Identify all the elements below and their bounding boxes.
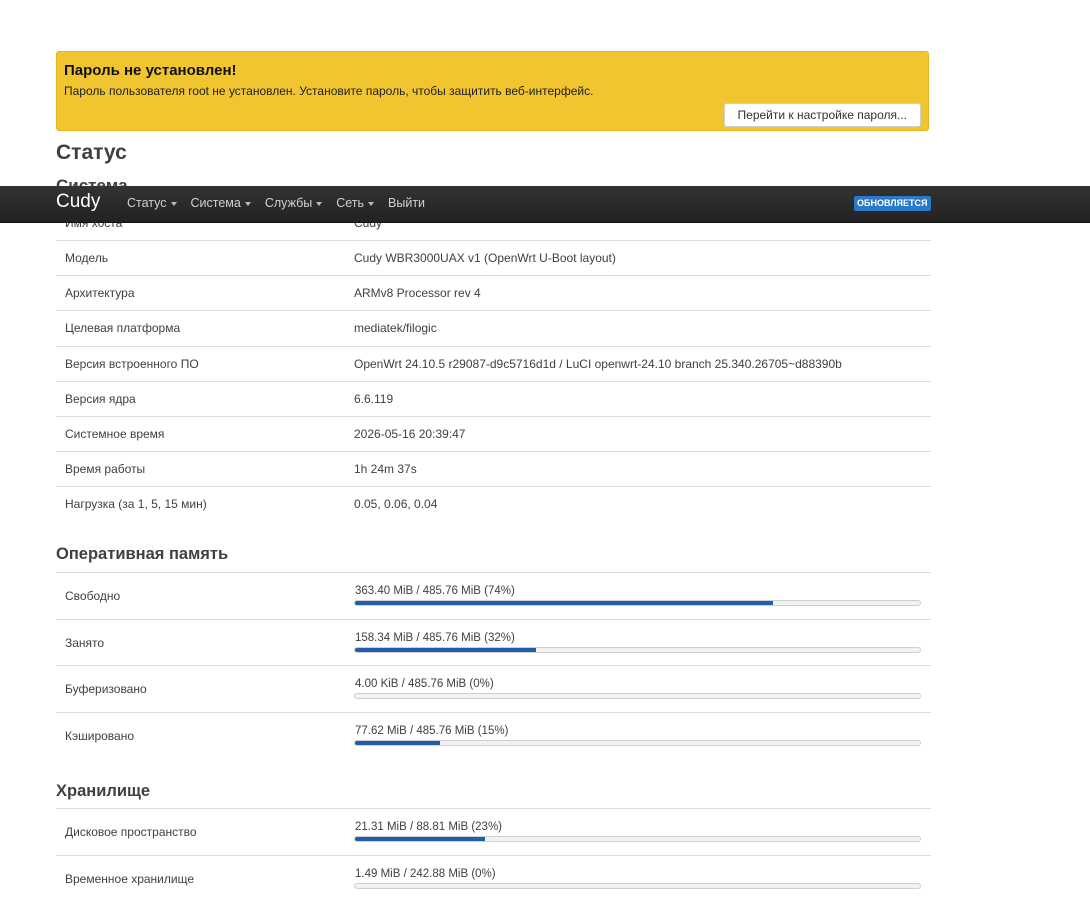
table-row: Нагрузка (за 1, 5, 15 мин) 0.05, 0.06, 0…: [56, 486, 931, 521]
row-label: Нагрузка (за 1, 5, 15 мин): [65, 497, 207, 512]
progress-fill: [355, 740, 440, 745]
row-value: Cudy WBR3000UAX v1 (OpenWrt U-Boot layou…: [354, 251, 616, 265]
table-row: Дисковое пространство 21.31 MiB / 88.81 …: [56, 808, 931, 855]
progress-bar: [354, 646, 921, 653]
table-row: Системное время 2026-05-16 20:39:47: [56, 415, 931, 451]
menu-network[interactable]: Сеть: [329, 186, 381, 222]
table-row: Модель Cudy WBR3000UAX v1 (OpenWrt U-Boo…: [56, 240, 931, 275]
caret-down-icon: [316, 201, 323, 206]
caret-down-icon: [170, 201, 177, 206]
row-label: Архитектура: [65, 286, 135, 301]
table-row: Архитектура ARMv8 Processor rev 4: [56, 275, 931, 310]
refresh-status-badge[interactable]: ОБНОВЛЯЕТСЯ: [854, 196, 931, 211]
row-label: Кэшировано: [65, 728, 135, 743]
progress-text: 21.31 MiB / 88.81 MiB (23%): [355, 821, 503, 833]
memory-section-title: Оперативная память: [56, 545, 229, 563]
page-title: Статус: [56, 141, 127, 164]
progress-text: 158.34 MiB / 485.76 MiB (32%): [355, 631, 515, 644]
progress-bar: [354, 693, 921, 699]
row-value: ARMv8 Processor rev 4: [354, 286, 481, 301]
password-warning-alert: Пароль не установлен! Пароль пользовател…: [56, 51, 929, 131]
table-row: Целевая платформа mediatek/filogic: [56, 310, 931, 345]
alert-title: Пароль не установлен!: [64, 62, 237, 79]
progress-fill: [355, 601, 774, 605]
row-label: Свободно: [65, 589, 121, 603]
row-label: Версия встроенного ПО: [65, 356, 199, 371]
progress-text: 77.62 MiB / 485.76 MiB (15%): [355, 724, 509, 737]
storage-section-title: Хранилище: [56, 782, 151, 800]
progress-bar: [354, 739, 921, 746]
row-value: 2026-05-16 20:39:47: [354, 426, 466, 441]
top-navbar: Cudy Статус Система Службы Сеть Выйти ОБ…: [0, 186, 1090, 223]
menu-status[interactable]: Статус: [120, 186, 184, 222]
row-label: Версия ядра: [65, 391, 136, 406]
memory-table: Свободно 363.40 MiB / 485.76 MiB (74%) З…: [56, 572, 931, 758]
progress-bar: [354, 600, 921, 606]
progress-bar: [354, 836, 921, 842]
row-value: mediatek/filogic: [354, 321, 437, 336]
table-row: Время работы 1h 24m 37s: [56, 451, 931, 486]
progress-text: 1.49 MiB / 242.88 MiB (0%): [355, 867, 496, 880]
alert-text: Пароль пользователя root не установлен. …: [64, 84, 594, 98]
row-label: Время работы: [65, 462, 146, 477]
row-label: Модель: [65, 251, 109, 265]
row-label: Занято: [65, 635, 105, 650]
brand-logo[interactable]: Cudy: [56, 191, 100, 213]
row-value: 1h 24m 37s: [354, 462, 417, 477]
table-row: Буферизовано 4.00 KiB / 485.76 MiB (0%): [56, 665, 931, 712]
table-row: Занято 158.34 MiB / 485.76 MiB (32%): [56, 618, 931, 666]
row-label: Дисковое пространство: [65, 825, 197, 839]
row-value: 0.05, 0.06, 0.04: [354, 497, 438, 512]
table-row: Временное хранилище 1.49 MiB / 242.88 Mi…: [56, 854, 931, 902]
system-table: Модель Cudy WBR3000UAX v1 (OpenWrt U-Boo…: [56, 240, 931, 522]
set-password-button[interactable]: Перейти к настройке пароля...: [723, 103, 921, 127]
row-label: Временное хранилище: [65, 871, 195, 886]
row-value: OpenWrt 24.10.5 r29087-d9c5716d1d / LuCI…: [354, 356, 842, 371]
row-label: Системное время: [65, 426, 165, 441]
table-row: Версия ядра 6.6.119: [56, 380, 931, 416]
table-row: Свободно 363.40 MiB / 485.76 MiB (74%): [56, 572, 931, 619]
menu-system[interactable]: Система: [184, 186, 258, 222]
menu-services[interactable]: Службы: [258, 186, 329, 222]
progress-bar: [354, 882, 921, 889]
caret-down-icon: [368, 201, 375, 206]
row-label: Буферизовано: [65, 682, 147, 696]
menu-logout[interactable]: Выйти: [381, 186, 432, 222]
storage-table: Дисковое пространство 21.31 MiB / 88.81 …: [56, 808, 931, 901]
table-row: Кэшировано 77.62 MiB / 485.76 MiB (15%): [56, 711, 931, 759]
progress-text: 4.00 KiB / 485.76 MiB (0%): [355, 678, 494, 690]
progress-fill: [355, 837, 485, 841]
table-row: Версия встроенного ПО OpenWrt 24.10.5 r2…: [56, 345, 931, 381]
progress-text: 363.40 MiB / 485.76 MiB (74%): [355, 585, 515, 597]
row-label: Целевая платформа: [65, 321, 181, 336]
row-value: 6.6.119: [354, 391, 394, 406]
main-menu: Статус Система Службы Сеть Выйти: [120, 186, 432, 222]
caret-down-icon: [244, 201, 251, 206]
progress-fill: [355, 647, 536, 652]
